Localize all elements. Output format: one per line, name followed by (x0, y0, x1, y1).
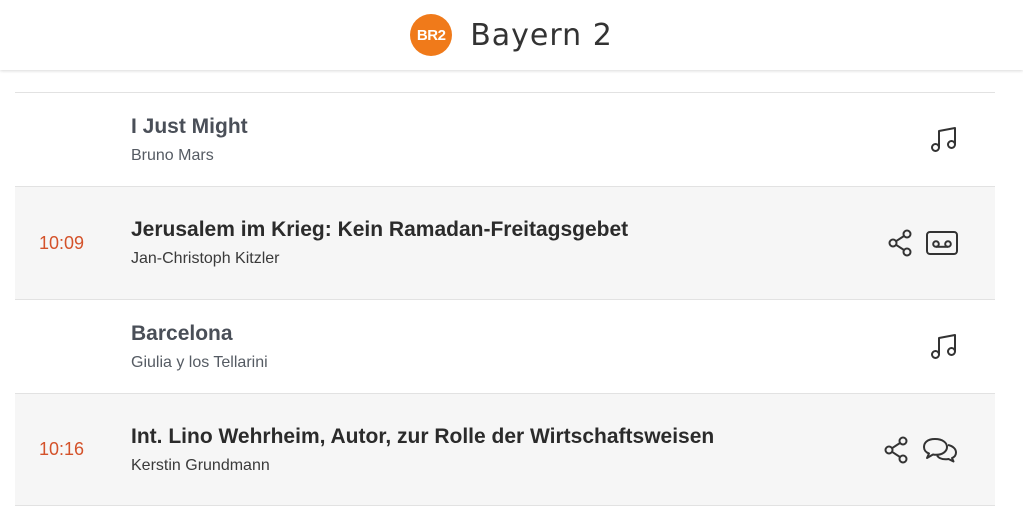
item-subtitle: Jan-Christoph Kitzler (131, 250, 280, 267)
playlist-item-music[interactable]: I Just Might Bruno Mars (15, 92, 995, 186)
item-text: I Just Might Bruno Mars (131, 93, 248, 186)
item-actions (883, 394, 959, 505)
music-note-icon (929, 125, 959, 155)
item-actions (887, 187, 959, 299)
item-actions (929, 93, 959, 186)
share-icon[interactable] (887, 229, 913, 257)
item-text: Jerusalem im Krieg: Kein Ramadan-Freitag… (131, 187, 628, 299)
item-actions (929, 300, 959, 393)
item-time: 10:09 (39, 232, 85, 253)
audio-cassette-icon[interactable] (925, 230, 959, 256)
item-text: Int. Lino Wehrheim, Autor, zur Rolle der… (131, 394, 714, 505)
item-title: I Just Might (131, 114, 248, 138)
station-logo[interactable]: BR2 Bayern 2 (410, 14, 613, 56)
app-header: BR2 Bayern 2 (0, 0, 1023, 70)
item-title: Barcelona (131, 321, 233, 345)
br2-logo-badge: BR2 (410, 14, 453, 56)
speech-bubbles-icon[interactable] (921, 436, 959, 464)
item-text: Barcelona Giulia y los Tellarini (131, 300, 268, 393)
item-subtitle: Giulia y los Tellarini (131, 353, 268, 371)
item-time: 10:16 (39, 439, 85, 459)
playlist-item-music[interactable]: Barcelona Giulia y los Tellarini (15, 299, 995, 393)
item-title: Int. Lino Wehrheim, Autor, zur Rolle der… (131, 424, 715, 448)
item-subtitle: Kerstin Grundmann (131, 456, 270, 474)
item-subtitle: Bruno Mars (131, 146, 214, 164)
playlist-item-talk[interactable]: 10:16 Int. Lino Wehrheim, Autor, zur Rol… (15, 393, 995, 506)
station-name: Bayern 2 (470, 17, 613, 53)
share-icon[interactable] (883, 436, 909, 464)
music-note-icon (929, 332, 959, 362)
item-title: Jerusalem im Krieg: Kein Ramadan-Freitag… (131, 218, 629, 241)
playlist: I Just Might Bruno Mars 10:09 Jerusalem … (15, 92, 995, 506)
playlist-item-talk[interactable]: 10:09 Jerusalem im Krieg: Kein Ramadan-F… (15, 186, 995, 299)
